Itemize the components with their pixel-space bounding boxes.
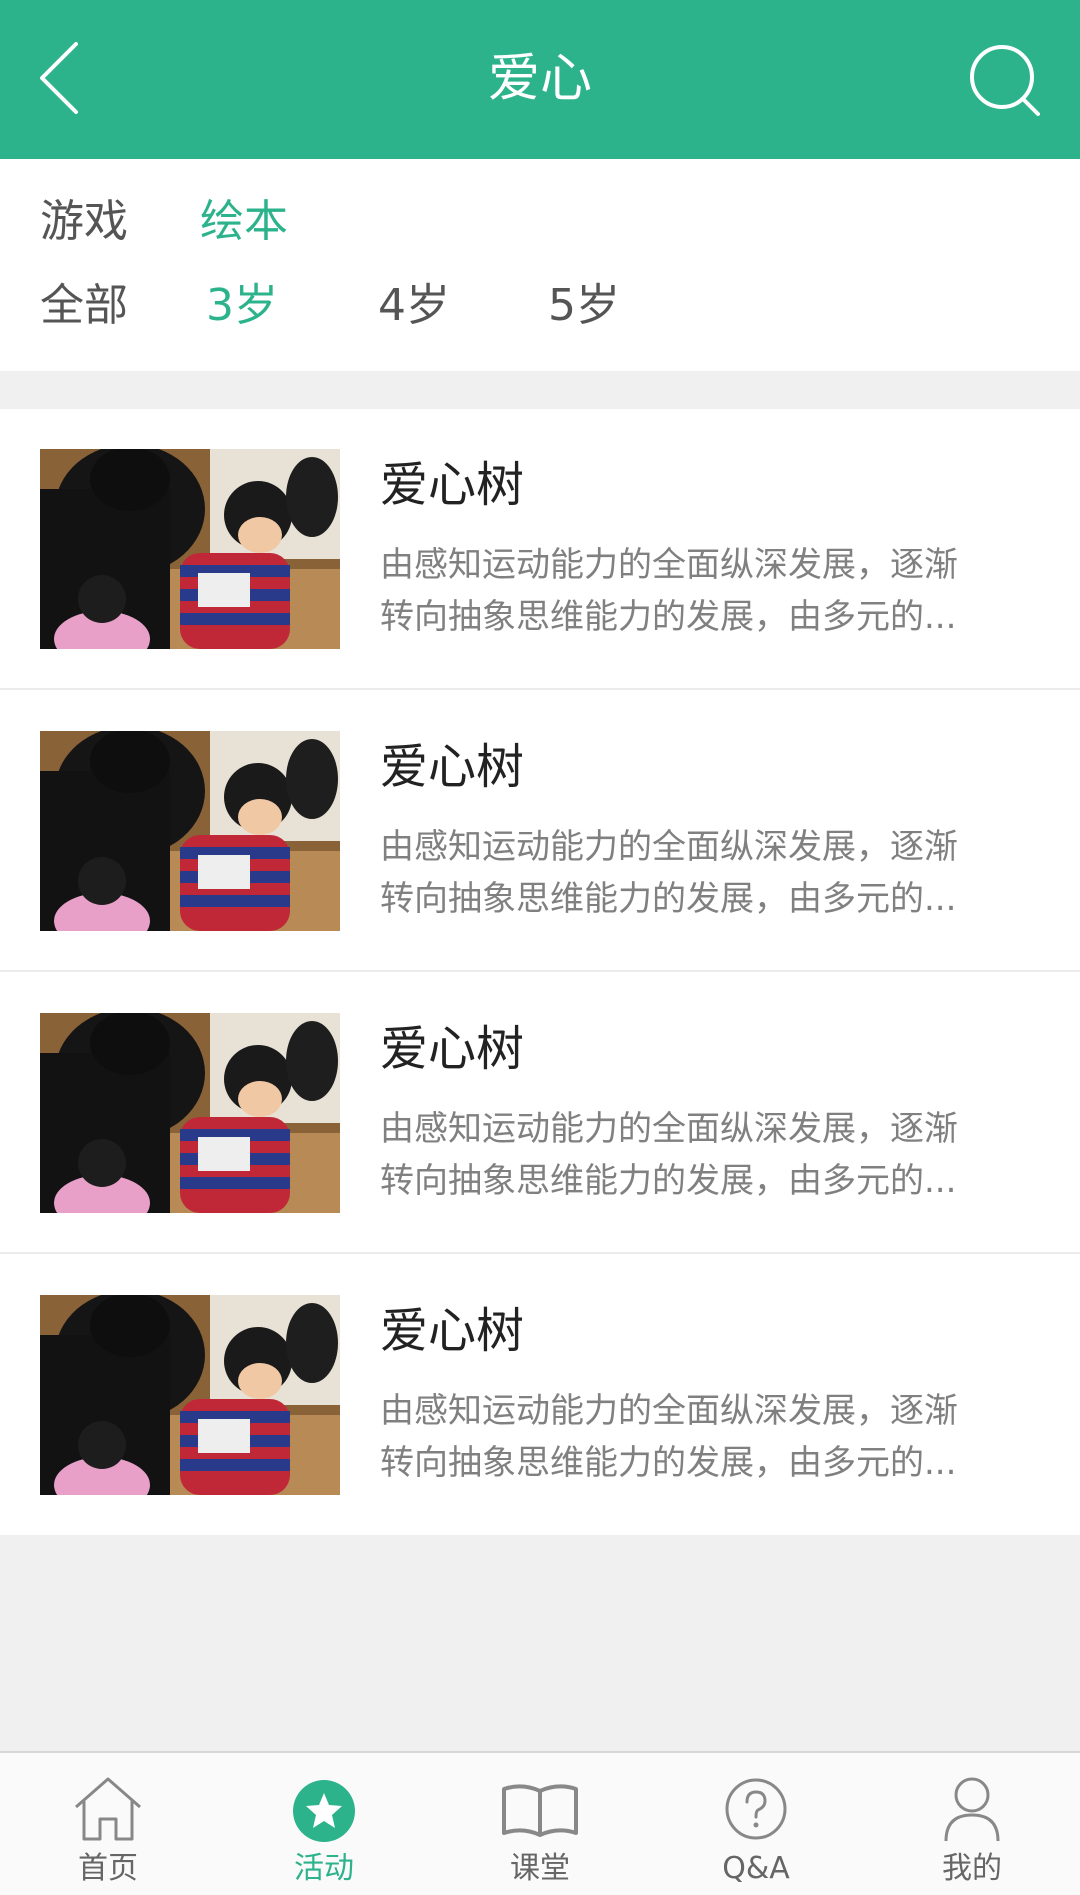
activity-desc-line: 转向抽象思维能力的发展，由多元的... (380, 1443, 957, 1483)
activity-title: 爱心树 (380, 457, 525, 513)
filter-age-all[interactable]: 全部 (40, 271, 128, 341)
question-icon (725, 1778, 787, 1840)
divider (0, 1252, 1080, 1254)
activity-description: 由感知运动能力的全面纵深发展，逐渐 转向抽象思维能力的发展，由多元的... (380, 821, 1020, 925)
tab-home[interactable]: 首页 (0, 1753, 216, 1895)
filter-age-5[interactable]: 5岁 (548, 271, 620, 341)
tab-mine[interactable]: 我的 (864, 1753, 1080, 1895)
filter-panel: 游戏 绘本 全部 3岁 4岁 5岁 (0, 159, 1080, 371)
tab-classroom[interactable]: 课堂 (432, 1753, 648, 1895)
activity-thumbnail (40, 449, 340, 649)
filter-type-picturebook[interactable]: 绘本 (200, 187, 288, 257)
activity-description: 由感知运动能力的全面纵深发展，逐渐 转向抽象思维能力的发展，由多元的... (380, 1385, 1020, 1489)
activity-desc-line: 转向抽象思维能力的发展，由多元的... (380, 597, 957, 637)
tab-bar: 首页 活动 课堂 Q&A 我的 (0, 1751, 1080, 1895)
activity-desc-line: 转向抽象思维能力的发展，由多元的... (380, 879, 957, 919)
activity-thumbnail (40, 731, 340, 931)
list-item[interactable]: 爱心树 由感知运动能力的全面纵深发展，逐渐 转向抽象思维能力的发展，由多元的..… (0, 973, 1080, 1254)
star-icon (293, 1780, 355, 1842)
type-filter-row: 游戏 绘本 (0, 187, 1080, 257)
activity-desc-line: 转向抽象思维能力的发展，由多元的... (380, 1161, 957, 1201)
tab-label: 我的 (942, 1851, 1002, 1886)
back-button[interactable] (30, 38, 90, 118)
activity-title: 爱心树 (380, 1021, 525, 1077)
tab-label: 课堂 (510, 1851, 570, 1886)
list-item[interactable]: 爱心树 由感知运动能力的全面纵深发展，逐渐 转向抽象思维能力的发展，由多元的..… (0, 1255, 1080, 1536)
page-title: 爱心 (487, 49, 592, 109)
filter-type-game[interactable]: 游戏 (40, 187, 128, 257)
activity-title: 爱心树 (380, 1303, 525, 1359)
activity-desc-line: 由感知运动能力的全面纵深发展，逐渐 (380, 827, 958, 867)
filter-age-4[interactable]: 4岁 (378, 271, 450, 341)
activity-thumbnail (40, 1295, 340, 1495)
activity-desc-line: 由感知运动能力的全面纵深发展，逐渐 (380, 1391, 958, 1431)
activity-thumbnail (40, 1013, 340, 1213)
search-button[interactable] (960, 40, 1050, 120)
activity-desc-line: 由感知运动能力的全面纵深发展，逐渐 (380, 545, 958, 585)
home-icon (75, 1777, 141, 1841)
search-icon (970, 45, 1040, 116)
list-item[interactable]: 爱心树 由感知运动能力的全面纵深发展，逐渐 转向抽象思维能力的发展，由多元的..… (0, 409, 1080, 690)
filter-age-3[interactable]: 3岁 (206, 271, 278, 341)
tab-label: Q&A (722, 1851, 790, 1886)
tab-qa[interactable]: Q&A (648, 1753, 864, 1895)
nav-bar: 爱心 (0, 0, 1080, 159)
activity-description: 由感知运动能力的全面纵深发展，逐渐 转向抽象思维能力的发展，由多元的... (380, 539, 1020, 643)
activity-list: 爱心树 由感知运动能力的全面纵深发展，逐渐 转向抽象思维能力的发展，由多元的..… (0, 409, 1080, 1535)
divider (0, 970, 1080, 972)
book-icon (502, 1784, 578, 1837)
activity-description: 由感知运动能力的全面纵深发展，逐渐 转向抽象思维能力的发展，由多元的... (380, 1103, 1020, 1207)
age-filter-row: 全部 3岁 4岁 5岁 (0, 271, 1080, 341)
tab-activity[interactable]: 活动 (216, 1753, 432, 1895)
user-icon (944, 1777, 1000, 1842)
divider (0, 688, 1080, 690)
activity-title: 爱心树 (380, 739, 525, 795)
list-item[interactable]: 爱心树 由感知运动能力的全面纵深发展，逐渐 转向抽象思维能力的发展，由多元的..… (0, 691, 1080, 972)
activity-desc-line: 由感知运动能力的全面纵深发展，逐渐 (380, 1109, 958, 1149)
tab-label: 首页 (78, 1851, 138, 1886)
chevron-left-icon (40, 42, 78, 114)
tab-label: 活动 (294, 1851, 354, 1886)
